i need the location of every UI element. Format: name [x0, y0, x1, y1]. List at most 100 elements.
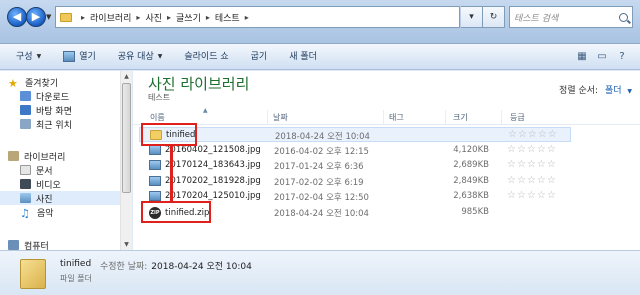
preview-pane-icon[interactable]: ▭: [592, 47, 612, 67]
nav-item-pictures[interactable]: 사진: [0, 191, 120, 205]
column-divider[interactable]: [501, 110, 502, 124]
scroll-up-icon[interactable]: ▲: [121, 71, 132, 82]
nav-label: 바탕 화면: [36, 106, 72, 117]
modified-value: 2018-04-24 오전 10:04: [151, 262, 252, 272]
back-button[interactable]: ◀: [7, 7, 27, 27]
rating-stars[interactable]: ☆☆☆☆☆: [507, 159, 557, 170]
breadcrumb-separator-icon[interactable]: ▸: [245, 13, 249, 22]
burn-button[interactable]: 굽기: [245, 47, 274, 67]
file-row[interactable]: 20170124_183643.jpg 2017-01-24 오후 6:36 2…: [139, 158, 571, 173]
image-file-icon: [149, 160, 161, 170]
breadcrumb-pictures[interactable]: 사진: [145, 11, 162, 24]
file-name: 20170204_125010.jpg: [165, 191, 261, 201]
nav-label: 비디오: [36, 180, 61, 191]
breadcrumb-separator-icon[interactable]: ▸: [81, 13, 85, 22]
download-icon: [20, 91, 31, 101]
file-list-pane: 사진 라이브러리 테스트 정렬 순서: 폴더 ▼ ▲ 이름 날짜 태그 크기 등…: [133, 71, 640, 250]
arrange-by[interactable]: 정렬 순서: 폴더 ▼: [559, 83, 632, 96]
file-date: 2018-04-24 오전 10:04: [274, 209, 369, 219]
file-row[interactable]: tinified 2018-04-24 오전 10:04 ☆☆☆☆☆: [139, 127, 571, 142]
file-row[interactable]: 20170202_181928.jpg 2017-02-02 오후 6:19 2…: [139, 174, 571, 189]
column-rating[interactable]: 등급: [510, 112, 525, 123]
search-placeholder: 테스트 검색: [514, 13, 559, 24]
column-divider[interactable]: [267, 110, 268, 124]
burn-label: 굽기: [250, 51, 268, 62]
column-tags[interactable]: 태그: [389, 112, 404, 123]
nav-scrollbar[interactable]: ▲ ▼: [120, 71, 132, 250]
arrange-value[interactable]: 폴더: [605, 86, 622, 96]
nav-label: 최근 위치: [36, 120, 72, 131]
breadcrumb-writing[interactable]: 글쓰기: [176, 11, 201, 24]
file-row[interactable]: 20160402_121508.jpg 2016-04-02 오후 12:15 …: [139, 143, 571, 158]
file-name: 20170202_181928.jpg: [165, 176, 261, 186]
details-modified: 수정한 날짜: 2018-04-24 오전 10:04: [100, 259, 252, 272]
help-icon[interactable]: ?: [612, 47, 632, 67]
desktop-icon: [20, 105, 31, 115]
breadcrumb-separator-icon[interactable]: ▸: [206, 13, 210, 22]
breadcrumb-separator-icon[interactable]: ▸: [167, 13, 171, 22]
details-name: tinified: [60, 259, 92, 269]
nav-label: 문서: [36, 166, 53, 177]
nav-item-videos[interactable]: 비디오: [20, 177, 61, 191]
content-scrollbar[interactable]: [624, 126, 638, 250]
star-icon: ★: [8, 77, 18, 90]
rating-stars[interactable]: ☆☆☆☆☆: [508, 129, 558, 140]
new-folder-button[interactable]: 새 폴더: [283, 47, 323, 67]
column-divider[interactable]: [445, 110, 446, 124]
nav-computer[interactable]: 컴퓨터: [8, 238, 49, 250]
nav-item-desktop[interactable]: 바탕 화면: [20, 103, 72, 117]
rating-stars[interactable]: ☆☆☆☆☆: [507, 175, 557, 186]
breadcrumb-libraries[interactable]: 라이브러리: [90, 11, 131, 24]
file-date: 2017-02-04 오후 12:50: [274, 193, 369, 203]
breadcrumb-test[interactable]: 테스트: [215, 11, 240, 24]
recent-pages-dropdown[interactable]: ▼: [46, 13, 51, 21]
recent-places-icon: [20, 119, 31, 129]
title-bar: ◀ ▶ ▼ ▸ 라이브러리 ▸ 사진 ▸ 글쓰기 ▸ 테스트 ▸ ▾ ↻ 테스트…: [0, 0, 640, 44]
navigation-pane: ★ 즐겨찾기 다운로드 바탕 화면 최근 위치 라이브러리 문서 비디오 사진 …: [0, 71, 132, 250]
search-box[interactable]: 테스트 검색: [509, 6, 633, 28]
forward-button[interactable]: ▶: [26, 7, 46, 27]
file-name: 20170124_183643.jpg: [165, 160, 261, 170]
file-name-cell: 20160402_121508.jpg: [149, 145, 261, 155]
image-file-icon: [149, 176, 161, 186]
nav-favorites[interactable]: ★ 즐겨찾기: [8, 75, 58, 90]
nav-label: 라이브러리: [24, 152, 66, 163]
nav-libraries[interactable]: 라이브러리: [8, 149, 65, 163]
file-name-cell: 20170124_183643.jpg: [149, 160, 261, 170]
file-date: 2017-02-02 오후 6:19: [274, 178, 364, 188]
details-pane: tinified 수정한 날짜: 2018-04-24 오전 10:04 파일 폴…: [0, 250, 640, 295]
column-header: ▲ 이름 날짜 태그 크기 등급: [133, 107, 640, 125]
view-options-icon[interactable]: ▦: [572, 47, 592, 67]
share-with-button[interactable]: 공유 대상 ▼: [112, 47, 169, 67]
nav-item-documents[interactable]: 문서: [20, 163, 53, 177]
document-icon: [20, 165, 31, 175]
scroll-down-icon[interactable]: ▼: [121, 239, 132, 250]
column-name[interactable]: 이름: [150, 112, 165, 123]
file-size: 2,689KB: [453, 160, 489, 170]
slideshow-button[interactable]: 슬라이드 쇼: [178, 47, 234, 67]
file-name-cell: 20170202_181928.jpg: [149, 176, 261, 186]
nav-item-recent-places[interactable]: 최근 위치: [20, 117, 72, 131]
file-date: 2018-04-24 오전 10:04: [275, 132, 370, 142]
breadcrumb-separator-icon[interactable]: ▸: [136, 13, 140, 22]
rating-stars[interactable]: ☆☆☆☆☆: [507, 190, 557, 201]
search-icon[interactable]: [619, 12, 628, 22]
open-button[interactable]: 열기: [57, 47, 102, 67]
nav-item-downloads[interactable]: 다운로드: [20, 89, 69, 103]
address-bar[interactable]: ▸ 라이브러리 ▸ 사진 ▸ 글쓰기 ▸ 테스트 ▸: [55, 6, 460, 28]
dropdown-icon[interactable]: ▼: [627, 88, 632, 95]
refresh-icon[interactable]: ↻: [483, 6, 505, 28]
column-divider[interactable]: [383, 110, 384, 124]
file-name-cell: 20170204_125010.jpg: [149, 191, 261, 201]
view-controls: ▦ ▭ ?: [572, 47, 632, 67]
file-date: 2017-01-24 오후 6:36: [274, 162, 364, 172]
column-size[interactable]: 크기: [453, 112, 468, 123]
address-dropdown-icon[interactable]: ▾: [461, 6, 483, 28]
column-date[interactable]: 날짜: [273, 112, 288, 123]
nav-item-music[interactable]: ♫ 음악: [20, 205, 54, 220]
rating-stars[interactable]: ☆☆☆☆☆: [507, 144, 557, 155]
organize-button[interactable]: 구성 ▼: [10, 47, 47, 67]
dropdown-icon: ▼: [36, 52, 42, 60]
annotation-box: [141, 201, 211, 223]
scroll-thumb[interactable]: [122, 83, 131, 193]
